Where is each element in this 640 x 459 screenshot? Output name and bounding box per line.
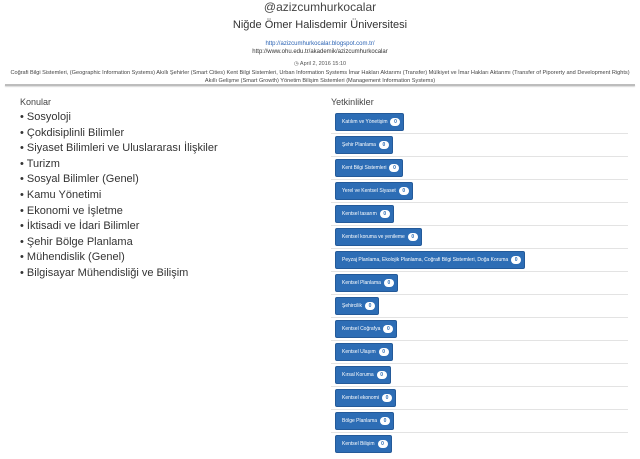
skill-button[interactable]: Kentsel tasarım 0 [335, 205, 394, 223]
skill-button[interactable]: Kentsel Planlama 0 [335, 274, 398, 292]
endorsement-count-badge: 0 [365, 302, 376, 310]
skill-row: Kentsel Planlama 0 [331, 271, 628, 294]
clock-icon: ◷ [293, 61, 299, 67]
skill-row: Yerel ve Kentsel Siyaset 0 [331, 179, 628, 202]
skill-label: Kentsel koruma ve yenileme [342, 234, 405, 240]
skill-row: Şehir Planlama 0 [331, 133, 628, 156]
skill-button[interactable]: Katılım ve Yönetişim 0 [335, 112, 405, 131]
skill-label: Peyzaj Planlama, Ekolojik Planlama, Coğr… [342, 257, 509, 263]
skill-label: Kentsel Planlama [342, 280, 381, 286]
endorsement-count-badge: 0 [383, 325, 394, 333]
skill-row: Kentsel Coğrafya 0 [331, 317, 628, 340]
endorsement-count-badge: 0 [390, 117, 401, 126]
skills-section: Yetkinlikler Katılım ve Yönetişim 0 Şehir … [331, 97, 628, 455]
endorsement-count-badge: 0 [380, 417, 391, 425]
skill-label: Kentsel tasarım [342, 211, 377, 217]
profile-description: Coğrafi Bilgi Sistemleri, (Geographic In… [10, 70, 630, 84]
skill-row: Bölge Planlama 0 [331, 409, 628, 432]
endorsement-count-badge: 0 [379, 210, 390, 218]
skill-row: Kent Bilgi Sistemleri 0 [331, 156, 628, 179]
academic-link[interactable]: http://www.ohu.edu.tr/akademik/azizcumhu… [252, 49, 387, 55]
skill-button[interactable]: Peyzaj Planlama, Ekolojik Planlama, Coğr… [335, 251, 526, 269]
skill-row: Kırsal Koruma 0 [331, 363, 628, 386]
endorsement-count-badge: 0 [378, 348, 389, 356]
skill-row: Kentsel Ulaşım 0 [331, 340, 628, 363]
skill-row: Peyzaj Planlama, Ekolojik Planlama, Coğr… [331, 248, 628, 271]
skill-row: Kentsel tasarım 0 [331, 202, 628, 225]
skill-row: Katılım ve Yönetişim 0 [331, 110, 628, 133]
blog-link[interactable]: http://azizcumhurkocalar.blogspot.com.tr… [265, 41, 374, 47]
topic-item: Siyaset Bilimleri ve Uluslararası İlişki… [20, 141, 218, 157]
skill-button[interactable]: Kent Bilgi Sistemleri 0 [335, 159, 404, 177]
endorsement-count-badge: 0 [378, 141, 389, 149]
topic-item: Sosyal Bilimler (Genel) [20, 172, 218, 188]
endorsement-count-badge: 0 [377, 440, 388, 448]
topic-item: İktisadi ve İdari Bilimler [20, 219, 218, 235]
skill-label: Kent Bilgi Sistemleri [342, 165, 387, 171]
profile-links: http://azizcumhurkocalar.blogspot.com.tr… [0, 40, 640, 56]
topic-item: Sosyoloji [20, 110, 218, 126]
endorsement-count-badge: 0 [398, 187, 409, 195]
profile-header: @azizcumhurkocalar Niğde Ömer Halisdemir… [0, 0, 640, 85]
endorsement-count-badge: 0 [407, 233, 418, 241]
skill-label: Katılım ve Yönetişim [342, 118, 388, 125]
topic-item: Çokdisiplinli Bilimler [20, 126, 218, 142]
topics-title: Konular [20, 97, 52, 107]
skill-button[interactable]: Şehircilik 0 [335, 297, 380, 315]
topic-item: Mühendislik (Genel) [20, 250, 218, 266]
header-divider [5, 84, 635, 86]
skill-button[interactable]: Kentsel koruma ve yenileme 0 [335, 228, 422, 246]
topic-item: Turizm [20, 157, 218, 173]
endorsement-count-badge: 0 [389, 164, 400, 172]
endorsement-count-badge: 0 [381, 394, 392, 402]
endorsement-count-badge: 0 [383, 279, 394, 287]
skill-row: Kentsel ekonomi 0 [331, 386, 628, 409]
skill-label: Kentsel Bilişim [342, 441, 375, 447]
skill-button[interactable]: Şehir Planlama 0 [335, 136, 393, 154]
skill-row: Şehircilik 0 [331, 294, 628, 317]
profile-handle: @azizcumhurkocalar [263, 0, 377, 14]
topic-item: Bilgisayar Mühendisliği ve Bilişim [20, 266, 218, 282]
endorsement-count-badge: 0 [376, 371, 387, 379]
topics-section: Konular SosyolojiÇokdisiplinli BilimlerS… [20, 97, 218, 282]
topic-item: Kamu Yönetimi [20, 188, 218, 204]
skill-label: Kentsel ekonomi [342, 395, 379, 401]
skill-button[interactable]: Kentsel Ulaşım 0 [335, 343, 393, 361]
skills-title: Yetkinlikler [331, 97, 374, 107]
skill-row: Kentsel koruma ve yenileme 0 [331, 225, 628, 248]
date-text: April 2, 2016 15:10 [299, 61, 347, 67]
skill-button[interactable]: Kentsel Bilişim 0 [335, 435, 392, 453]
skills-list: Katılım ve Yönetişim 0 Şehir Planlama 0 Kent… [331, 110, 628, 455]
topic-item: Ekonomi ve İşletme [20, 204, 218, 220]
skill-label: Kentsel Coğrafya [342, 326, 381, 332]
topic-item: Şehir Bölge Planlama [20, 235, 218, 251]
university-name: Niğde Ömer Halisdemir Üniversitesi [232, 19, 408, 31]
skill-button[interactable]: Bölge Planlama 0 [335, 412, 395, 430]
skill-button[interactable]: Kentsel Coğrafya 0 [335, 320, 398, 338]
post-date: ◷ April 2, 2016 15:10 [0, 60, 640, 68]
skill-button[interactable]: Yerel ve Kentsel Siyaset 0 [335, 182, 413, 200]
skill-label: Şehir Planlama [342, 142, 376, 148]
skill-label: Şehircilik [342, 303, 363, 309]
skill-button[interactable]: Kırsal Koruma 0 [335, 366, 391, 384]
skill-row: Kentsel Bilişim 0 [331, 432, 628, 455]
skill-label: Yerel ve Kentsel Siyaset [342, 188, 396, 194]
endorsement-count-badge: 0 [511, 256, 522, 264]
skill-label: Kentsel Ulaşım [342, 349, 376, 355]
topics-list: SosyolojiÇokdisiplinli BilimlerSiyaset B… [20, 110, 218, 282]
skill-label: Bölge Planlama [342, 418, 378, 424]
skill-label: Kırsal Koruma [342, 372, 374, 378]
skill-button[interactable]: Kentsel ekonomi 0 [335, 389, 396, 407]
